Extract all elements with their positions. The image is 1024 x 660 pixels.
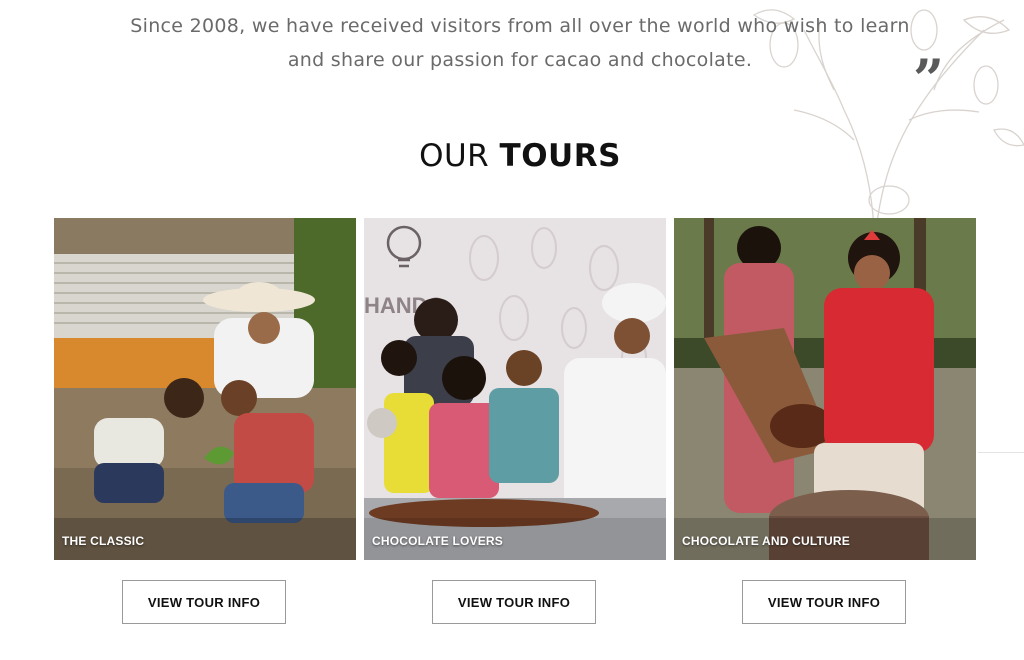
tour-card-chocolate-lovers[interactable]: HANDO CHOCOLATE LOVERS <box>364 218 666 560</box>
intro-text: Since 2008, we have received visitors fr… <box>0 9 1024 77</box>
tour-card-label: THE CLASSIC <box>62 534 145 548</box>
tour-photo-chocolate-and-culture <box>674 218 976 560</box>
decorative-line <box>978 452 1024 453</box>
tour-card-chocolate-and-culture[interactable]: CHOCOLATE AND CULTURE <box>674 218 976 560</box>
closing-quote-icon: ” <box>913 47 945 111</box>
intro-line-1: Since 2008, we have received visitors fr… <box>130 15 910 37</box>
tour-photo-chocolate-lovers: HANDO <box>364 218 666 560</box>
tour-card-label: CHOCOLATE LOVERS <box>372 534 503 548</box>
view-tour-info-button-classic[interactable]: VIEW TOUR INFO <box>122 580 286 624</box>
tour-card-label: CHOCOLATE AND CULTURE <box>682 534 850 548</box>
view-tour-info-button-chocolate-lovers[interactable]: VIEW TOUR INFO <box>432 580 596 624</box>
tour-photo-the-classic <box>54 218 356 560</box>
title-bold: TOURS <box>499 138 621 174</box>
tour-card-the-classic[interactable]: THE CLASSIC <box>54 218 356 560</box>
title-light: OUR <box>419 138 500 174</box>
view-tour-info-button-chocolate-and-culture[interactable]: VIEW TOUR INFO <box>742 580 906 624</box>
section-title: OUR TOURS <box>0 138 1024 174</box>
intro-line-2: and share our passion for cacao and choc… <box>287 49 753 71</box>
